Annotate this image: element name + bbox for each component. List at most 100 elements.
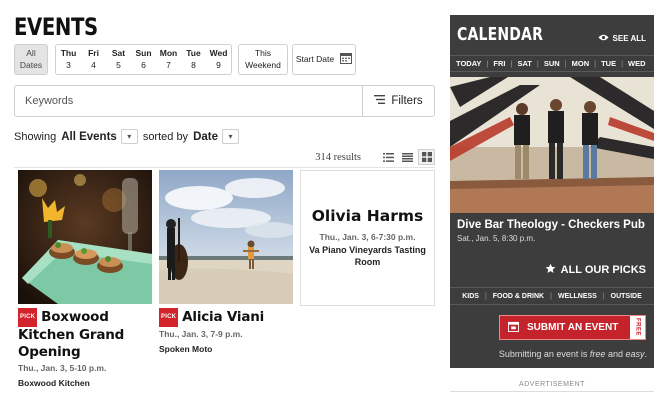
note-free: free (589, 349, 606, 359)
event-title[interactable]: PICK Boxwood Kitchen Grand Opening (18, 308, 152, 361)
day-button-tue[interactable]: Tue 8 (181, 45, 206, 74)
featured-event-title[interactable]: Dive Bar Theology - Checkers Pub (457, 219, 645, 231)
day-button-mon[interactable]: Mon 7 (156, 45, 181, 74)
sorted-by-label: sorted by (142, 130, 189, 143)
cal-tab-mon[interactable]: MON (572, 59, 590, 68)
keywords-input[interactable] (15, 86, 362, 116)
note-middle: and (605, 349, 626, 359)
submit-event-button[interactable]: SUBMIT AN EVENT FREE (499, 315, 646, 340)
event-title-text[interactable]: Alicia Viani (182, 309, 264, 325)
cal-tab-today[interactable]: TODAY (456, 59, 481, 68)
date-filter-bar: All Dates Thu 3 Fri 4 Sat 5 Sun 6 Mon 7 Tue 8 … (14, 44, 356, 75)
sort-controls: Showing All Events ▾ sorted by Date ▾ (14, 129, 239, 144)
featured-event-date: Sat., Jan. 5, 8:30 p.m. (457, 234, 536, 243)
calendar-icon (340, 52, 353, 67)
day-button-sat[interactable]: Sat 5 (106, 45, 131, 74)
showing-value[interactable]: All Events (61, 131, 117, 143)
day-num: 6 (141, 59, 146, 70)
day-num: 4 (91, 59, 96, 70)
cal-tab-wed[interactable]: WED (628, 59, 646, 68)
submit-note: Submitting an event is free and easy. (499, 349, 647, 359)
filters-button[interactable]: Filters (362, 86, 434, 116)
cal-tab-sun[interactable]: SUN (544, 59, 560, 68)
sort-value[interactable]: Date (193, 131, 218, 143)
event-date: Thu., Jan. 3, 6-7:30 p.m. (319, 232, 416, 243)
page-title: EVENTS (14, 13, 98, 41)
day-picker: Thu 3 Fri 4 Sat 5 Sun 6 Mon 7 Tue 8 Wed 9 (55, 44, 232, 75)
day-button-wed[interactable]: Wed 9 (206, 45, 231, 74)
all-dates-button[interactable]: All Dates (14, 44, 48, 75)
event-venue[interactable]: Boxwood Kitchen (18, 378, 152, 388)
event-image-musicians[interactable] (159, 170, 293, 304)
day-name: Wed (209, 48, 228, 59)
event-card[interactable]: Olivia Harms Thu., Jan. 3, 6-7:30 p.m. V… (300, 170, 435, 306)
tab-separator: | (536, 59, 539, 68)
day-button-fri[interactable]: Fri 4 (81, 45, 106, 74)
cal-tab-fri[interactable]: FRI (493, 59, 505, 68)
event-date: Thu., Jan. 3, 5-10 p.m. (18, 363, 107, 373)
category-food-drink[interactable]: FOOD & DRINK (493, 293, 544, 300)
see-all-link[interactable]: SEE ALL (598, 34, 646, 43)
note-prefix: Submitting an event is (498, 349, 590, 359)
filters-label: Filters (391, 95, 423, 107)
grid-view-icon[interactable] (418, 149, 435, 165)
advertisement-label: ADVERTISEMENT (519, 381, 585, 388)
event-image-food[interactable] (18, 170, 152, 304)
start-date-button[interactable]: Start Date (292, 44, 356, 75)
cal-tab-sat[interactable]: SAT (517, 59, 531, 68)
advertisement-divider (450, 391, 654, 392)
sort-dropdown-chevron-down-icon[interactable]: ▾ (222, 129, 239, 144)
eye-icon (598, 34, 609, 43)
day-name: Tue (186, 48, 201, 59)
view-switcher (380, 149, 435, 165)
cal-tab-tue[interactable]: TUE (601, 59, 616, 68)
category-outside[interactable]: OUTSIDE (611, 293, 642, 300)
event-title[interactable]: Olivia Harms (312, 207, 424, 225)
category-wellness[interactable]: WELLNESS (558, 293, 597, 300)
all-picks-label: ALL OUR PICKS (560, 264, 646, 276)
weekend-line2: Weekend (245, 59, 281, 70)
category-separator: | (484, 292, 487, 300)
calendar-widget: CALENDAR SEE ALL TODAY | FRI | SAT | SUN | M… (450, 15, 654, 368)
results-count: 314 results (315, 152, 361, 163)
day-button-sun[interactable]: Sun 6 (131, 45, 156, 74)
calendar-icon (508, 321, 519, 335)
category-kids[interactable]: KIDS (462, 293, 479, 300)
all-picks-link[interactable]: ALL OUR PICKS (545, 263, 646, 277)
tab-separator: | (486, 59, 489, 68)
calendar-title: CALENDAR (457, 24, 544, 45)
event-venue[interactable]: Spoken Moto (159, 344, 293, 354)
featured-event-image[interactable] (450, 77, 654, 213)
event-card[interactable]: PICK Alicia Viani Thu., Jan. 3, 7-9 p.m. … (159, 170, 293, 354)
star-icon (545, 263, 556, 277)
calendar-day-tabs: TODAY | FRI | SAT | SUN | MON | TUE | WED (450, 55, 654, 72)
tab-separator: | (510, 59, 513, 68)
event-title[interactable]: PICK Alicia Viani (159, 308, 293, 327)
event-date: Thu., Jan. 3, 7-9 p.m. (159, 329, 243, 339)
pick-badge: PICK (159, 308, 179, 327)
see-all-label: SEE ALL (612, 34, 646, 43)
category-separator: | (550, 292, 552, 300)
this-weekend-button[interactable]: This Weekend (238, 44, 288, 75)
tab-separator: | (594, 59, 597, 68)
day-num: 3 (66, 59, 71, 70)
all-dates-line1: All (26, 48, 36, 59)
pick-badge: PICK (18, 308, 38, 327)
start-date-label: Start Date (295, 53, 335, 64)
event-venue[interactable]: Va Piano Vineyards Tasting Room (307, 245, 428, 268)
day-name: Thu (60, 48, 77, 59)
day-num: 9 (216, 59, 221, 70)
day-button-thu[interactable]: Thu 3 (56, 45, 81, 74)
category-separator: | (602, 292, 605, 300)
note-suffix: . (644, 349, 647, 359)
showing-dropdown-chevron-down-icon[interactable]: ▾ (120, 129, 138, 144)
list-detail-view-icon[interactable] (380, 149, 397, 165)
filters-icon (374, 95, 386, 107)
event-card[interactable]: PICK Boxwood Kitchen Grand Opening Thu., … (18, 170, 152, 388)
day-name: Mon (159, 48, 178, 59)
weekend-line1: This (254, 48, 272, 59)
all-dates-line2: Dates (19, 59, 43, 70)
calendar-header: CALENDAR SEE ALL (450, 15, 654, 55)
list-view-icon[interactable] (399, 149, 416, 165)
tab-separator: | (564, 59, 567, 68)
